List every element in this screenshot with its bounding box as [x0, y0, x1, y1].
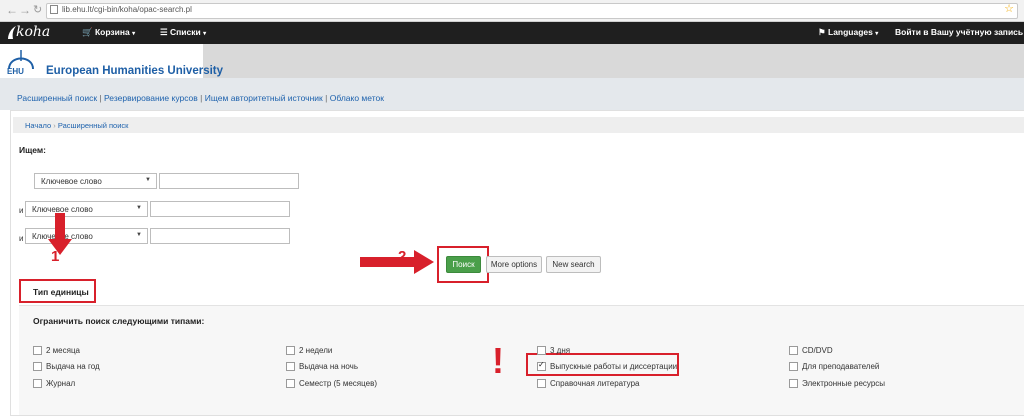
checkbox[interactable] — [789, 362, 798, 372]
university-name: European Humanities University — [46, 65, 224, 77]
chevron-down-icon: ▾ — [203, 31, 207, 37]
checkbox[interactable] — [286, 362, 295, 372]
item-type-option[interactable]: Выдача на год — [33, 361, 100, 372]
checkbox-label: Для преподавателей — [802, 362, 880, 372]
item-type-heading[interactable]: Тип единицы — [33, 287, 89, 297]
checkbox[interactable] — [286, 346, 295, 356]
search-term-input-2[interactable] — [150, 201, 290, 217]
checkbox-label: 2 месяца — [46, 346, 80, 356]
annotation-number-1: 1 — [51, 248, 60, 265]
list-icon: ☰ — [160, 27, 168, 37]
cart-label: Корзина — [94, 27, 130, 37]
reload-icon[interactable]: ↻ — [33, 3, 42, 16]
chevron-down-icon: ▼ — [136, 232, 142, 238]
item-type-option[interactable]: ✓ Выпускные работы и диссертации — [537, 360, 678, 372]
koha-logo-icon[interactable] — [6, 25, 16, 39]
chevron-down-icon: ▼ — [136, 205, 142, 211]
chevron-down-icon: ▾ — [875, 31, 879, 37]
koha-logo[interactable]: koha — [16, 24, 50, 40]
cart-menu[interactable]: 🛒 Корзина ▾ — [82, 27, 135, 38]
search-term-input-1[interactable] — [159, 173, 299, 189]
page-icon — [50, 5, 58, 14]
chevron-down-icon: ▾ — [132, 31, 136, 37]
search-field-value: Ключевое слово — [41, 177, 102, 186]
breadcrumb-text: Начало › Расширенный поиск — [25, 121, 128, 130]
forward-arrow-icon[interactable]: → — [19, 3, 31, 17]
item-type-option[interactable]: CD/DVD — [789, 345, 833, 356]
checkbox-label: 2 недели — [299, 346, 333, 356]
bookmark-star-icon[interactable]: ☆ — [1004, 2, 1014, 15]
languages-menu[interactable]: ⚑ Languages ▾ — [818, 27, 878, 38]
item-type-option[interactable]: Для преподавателей — [789, 361, 880, 372]
checkbox-label: Выпускные работы и диссертации — [550, 362, 678, 372]
address-bar-url: lib.ehu.lt/cgi-bin/koha/opac-search.pl — [62, 5, 192, 14]
item-type-option[interactable]: 2 месяца — [33, 345, 80, 356]
more-options-button[interactable]: More options — [486, 256, 542, 273]
annotation-number-2: 2 — [398, 248, 407, 265]
checkbox-label: Семестр (5 месяцев) — [299, 379, 377, 389]
item-type-option[interactable]: Справочная литература — [537, 378, 640, 389]
checkbox[interactable] — [789, 346, 798, 356]
tag-cloud-link[interactable]: Облако меток — [330, 93, 384, 103]
checkbox[interactable] — [537, 346, 546, 356]
ehu-logo-text: EHU — [7, 67, 24, 76]
search-field-select-1[interactable]: Ключевое слово ▼ — [34, 173, 157, 189]
search-field-select-3[interactable]: Ключевое слово ▼ — [25, 228, 148, 244]
breadcrumb-home[interactable]: Начало — [25, 121, 51, 130]
annotation-arrow-right — [360, 250, 434, 274]
advanced-search-link[interactable]: Расширенный поиск — [17, 93, 97, 103]
annotation-exclamation: ! — [492, 340, 504, 381]
separator: | — [200, 93, 203, 103]
checkbox-label: Электронные ресурсы — [802, 379, 886, 389]
checkbox-label: CD/DVD — [802, 346, 833, 356]
checkbox[interactable] — [789, 379, 798, 389]
authority-search-link[interactable]: Ищем авторитетный источник — [205, 93, 323, 103]
item-type-option[interactable]: 3 дня — [537, 345, 571, 356]
lists-menu[interactable]: ☰ Списки ▾ — [160, 27, 206, 38]
checkbox[interactable] — [33, 379, 42, 389]
breadcrumb — [13, 117, 1024, 133]
search-term-input-3[interactable] — [150, 228, 290, 244]
separator: | — [325, 93, 328, 103]
checkbox-label: 3 дня — [550, 346, 571, 356]
cart-icon: 🛒 — [82, 27, 93, 37]
checkmark-icon: ✓ — [538, 360, 545, 370]
new-search-button[interactable]: New search — [546, 256, 601, 273]
quicklinks: Расширенный поиск | Резервирование курсо… — [17, 93, 384, 103]
boolean-operator: и — [19, 206, 24, 215]
languages-label: Languages — [828, 27, 873, 37]
chevron-down-icon: ▼ — [145, 177, 151, 183]
item-type-option[interactable]: Выдача на ночь — [286, 361, 358, 372]
checkbox[interactable] — [33, 362, 42, 372]
lists-label: Списки — [170, 27, 201, 37]
checkbox[interactable] — [537, 379, 546, 389]
checkbox[interactable]: ✓ — [537, 360, 546, 372]
checkbox-label: Журнал — [46, 379, 76, 389]
checkbox[interactable] — [286, 379, 295, 389]
checkbox-label: Выдача на год — [46, 362, 100, 372]
checkbox[interactable] — [33, 346, 42, 356]
separator: | — [99, 93, 102, 103]
checkbox-label: Справочная литература — [550, 379, 640, 389]
item-type-option[interactable]: Журнал — [33, 378, 76, 389]
breadcrumb-current[interactable]: Расширенный поиск — [58, 121, 129, 130]
item-type-option[interactable]: 2 недели — [286, 345, 333, 356]
search-field-select-2[interactable]: Ключевое слово ▼ — [25, 201, 148, 217]
breadcrumb-separator: › — [53, 121, 56, 130]
search-submit-button[interactable]: Поиск — [446, 256, 481, 273]
item-type-option[interactable]: Семестр (5 месяцев) — [286, 378, 377, 389]
flag-icon: ⚑ — [818, 27, 826, 37]
checkbox-label: Выдача на ночь — [299, 362, 358, 372]
boolean-operator: и — [19, 234, 24, 243]
back-arrow-icon[interactable]: ← — [6, 3, 18, 17]
item-type-option[interactable]: Электронные ресурсы — [789, 378, 886, 389]
limit-label: Ограничить поиск следующими типами: — [33, 316, 205, 326]
search-heading: Ищем: — [19, 145, 47, 155]
course-reserves-link[interactable]: Резервирование курсов — [104, 93, 198, 103]
login-link[interactable]: Войти в Вашу учётную запись — [895, 27, 1023, 37]
